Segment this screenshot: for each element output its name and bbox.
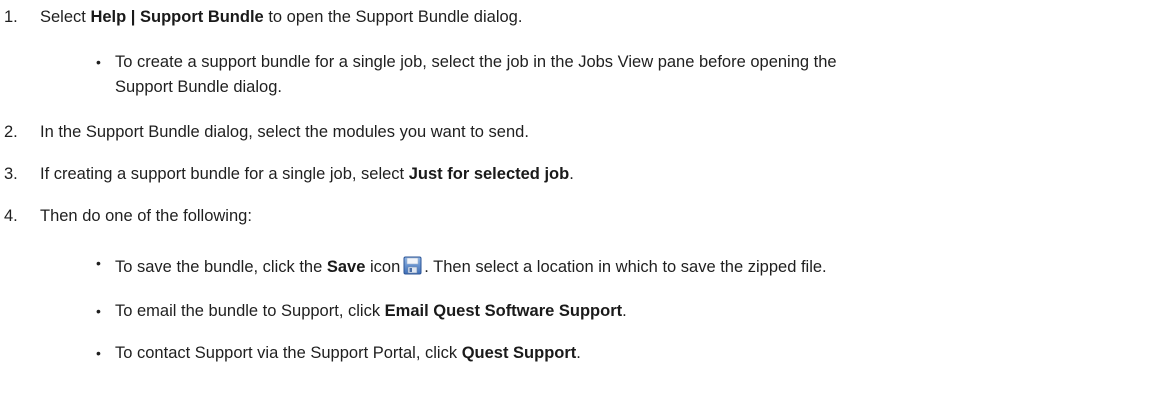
bullet-icon: • xyxy=(96,345,101,361)
step-text: In the Support Bundle dialog, select the… xyxy=(40,123,529,141)
email-quest-software-support-label: Email Quest Software Support xyxy=(384,302,623,320)
document-body: 1. Select Help | Support Bundle to open … xyxy=(0,0,1158,407)
bullet-icon: • xyxy=(96,303,101,319)
option-just-for-selected-job: Just for selected job xyxy=(408,165,570,183)
subitem-text: Support Bundle dialog. xyxy=(115,78,282,96)
step-number: 3. xyxy=(4,165,18,183)
menu-path-help-support-bundle: Help | Support Bundle xyxy=(90,8,264,26)
subitem-text: To create a support bundle for a single … xyxy=(115,53,837,71)
bullet-icon: • xyxy=(96,255,101,271)
bullet-icon: • xyxy=(96,54,101,70)
subitem-text: To email the bundle to Support, click Em… xyxy=(115,302,627,320)
step-text: If creating a support bundle for a singl… xyxy=(40,165,574,183)
step-number: 4. xyxy=(4,207,18,225)
save-disk-icon xyxy=(403,256,422,275)
step-number: 2. xyxy=(4,123,18,141)
subitem-text: To contact Support via the Support Porta… xyxy=(115,344,581,362)
step-number: 1. xyxy=(4,8,18,26)
save-label: Save xyxy=(326,258,366,276)
step-text: Select Help | Support Bundle to open the… xyxy=(40,8,523,26)
subitem-text: To save the bundle, click the Save icon … xyxy=(115,256,827,276)
quest-support-label: Quest Support xyxy=(461,344,577,362)
step-text: Then do one of the following: xyxy=(40,207,252,225)
